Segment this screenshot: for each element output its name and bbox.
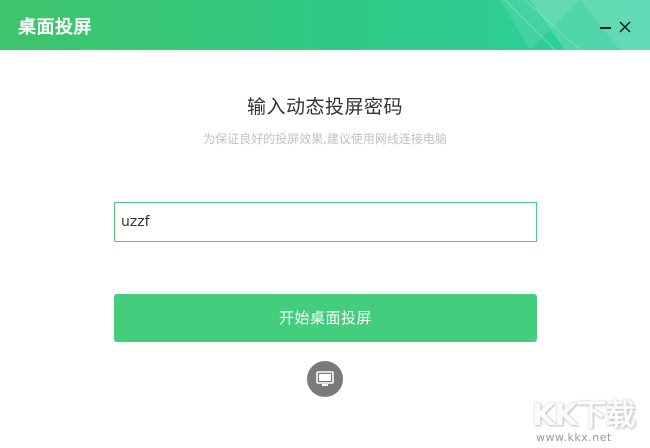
password-input[interactable]: [114, 202, 537, 242]
network-hint: 为保证良好的投屏效果,建议使用网线连接电脑: [203, 132, 447, 146]
close-button[interactable]: [617, 18, 633, 34]
title-bar[interactable]: 桌面投屏: [0, 0, 650, 50]
site-watermark: KK下载 www.kkx.net: [526, 388, 650, 448]
close-icon: [619, 21, 631, 33]
watermark-url: www.kkx.net: [536, 431, 612, 444]
monitor-icon: [316, 371, 334, 386]
minimize-icon: [600, 27, 611, 29]
minimize-button[interactable]: [598, 18, 614, 34]
watermark-logo: KK下载: [532, 398, 635, 433]
monitor-button[interactable]: [307, 361, 343, 397]
screen-cast-window: 桌面投屏 输入动态投屏密码 为保证良好的投屏效果,建议使用网线连接电脑 开始桌面…: [0, 0, 650, 448]
start-cast-button[interactable]: 开始桌面投屏: [114, 294, 537, 342]
window-title: 桌面投屏: [18, 17, 92, 38]
page-heading: 输入动态投屏密码: [246, 96, 403, 118]
